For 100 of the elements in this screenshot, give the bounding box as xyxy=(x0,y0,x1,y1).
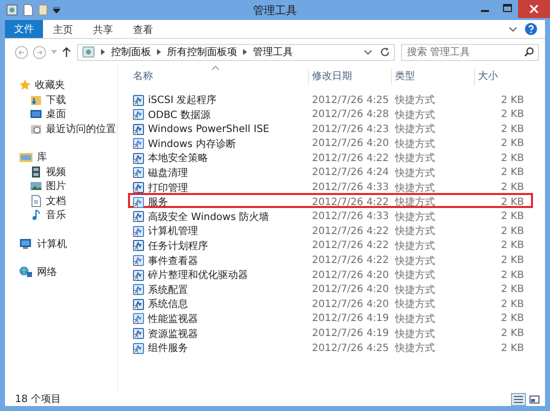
nav-item[interactable]: 图片 xyxy=(5,179,117,194)
size-cell-text: 2 KB xyxy=(500,342,525,354)
file-name: 磁盘清理 xyxy=(148,166,188,180)
close-button[interactable] xyxy=(518,0,550,18)
size-cell-text: 2 KB xyxy=(500,138,525,150)
breadcrumb-arrow-icon[interactable] xyxy=(101,49,105,55)
nav-item[interactable]: 库 xyxy=(5,150,117,164)
network-icon xyxy=(19,266,33,278)
file-row[interactable]: 高级安全 Windows 防火墙 2012/7/26 4:33 快捷方式 2 KB xyxy=(128,208,533,222)
ribbon-tab[interactable]: 主页 xyxy=(43,20,83,38)
column-header[interactable]: 修改日期 xyxy=(309,69,392,85)
file-name: 本地安全策略 xyxy=(148,152,208,166)
address-bar[interactable]: 控制面板 所有控制面板项 管理工具 xyxy=(77,44,395,60)
nav-item[interactable]: 桌面 xyxy=(5,107,117,122)
file-row[interactable]: 系统信息 2012/7/26 4:20 快捷方式 2 KB xyxy=(128,295,533,310)
date-cell-text: 2012/7/26 4:22 xyxy=(311,255,390,266)
large-icons-view-button[interactable] xyxy=(527,392,542,406)
file-name: 碎片整理和优化驱动器 xyxy=(148,268,248,282)
close-icon xyxy=(530,5,538,13)
file-row[interactable]: Windows 内存诊断 2012/7/26 4:20 快捷方式 2 KB xyxy=(128,134,533,150)
file-name: 系统配置 xyxy=(148,284,188,297)
file-name: 组件服务 xyxy=(148,342,188,356)
file-row[interactable]: 组件服务 2012/7/26 4:25 快捷方式 2 KB xyxy=(128,339,533,354)
type-cell-text: 快捷方式 xyxy=(394,166,436,180)
file-row[interactable]: 任务计划程序 2012/7/26 4:22 快捷方式 2 KB xyxy=(128,236,533,252)
file-row[interactable]: 事件查看器 2012/7/26 4:22 快捷方式 2 KB xyxy=(128,252,533,266)
file-row[interactable]: Windows PowerShell ISE 2012/7/26 4:23 快捷方式 2 KB xyxy=(128,120,533,135)
nav-item[interactable]: 下载 xyxy=(5,92,117,107)
type-cell-text: 快捷方式 xyxy=(394,284,436,297)
file-row[interactable]: 资源监视器 2012/7/26 4:19 快捷方式 2 KB xyxy=(128,324,533,340)
star-icon xyxy=(19,79,31,92)
up-arrow-icon[interactable] xyxy=(62,47,71,57)
clock-folder-icon xyxy=(30,122,42,135)
size-cell-text: 2 KB xyxy=(500,298,525,310)
breadcrumb-arrow-icon[interactable] xyxy=(157,49,161,55)
library-icon xyxy=(19,151,33,164)
folder-icon xyxy=(30,94,42,106)
column-header[interactable]: 大小 xyxy=(475,69,533,85)
nav-item[interactable]: 音乐 xyxy=(5,208,117,222)
size-cell-text: 2 KB xyxy=(500,284,525,296)
date-cell-text: 2012/7/26 4:22 xyxy=(311,240,390,252)
chevron-down-icon[interactable] xyxy=(509,26,517,32)
file-menu-button[interactable]: 文件 xyxy=(5,20,43,38)
size-cell-text: 2 KB xyxy=(500,328,525,339)
file-row[interactable]: 打印管理 2012/7/26 4:33 快捷方式 2 KB xyxy=(128,178,533,194)
details-view-button[interactable] xyxy=(511,392,526,406)
file-row[interactable]: 磁盘清理 2012/7/26 4:24 快捷方式 2 KB xyxy=(128,164,533,179)
file-name: 服务 xyxy=(148,196,168,210)
dropdown-icon[interactable] xyxy=(53,7,60,13)
chevron-down-icon[interactable] xyxy=(364,50,372,54)
date-cell-text: 2012/7/26 4:25 xyxy=(311,94,390,106)
control-panel-icon xyxy=(82,46,95,58)
size-cell-text: 2 KB xyxy=(500,182,525,194)
size-cell-text: 2 KB xyxy=(500,152,525,164)
file-row[interactable]: ODBC 数据源 2012/7/26 4:28 快捷方式 2 KB xyxy=(128,106,533,120)
file-name: Windows 内存诊断 xyxy=(148,138,236,151)
size-cell-text: 2 KB xyxy=(500,196,525,208)
nav-item[interactable]: 文档 xyxy=(5,194,117,208)
date-cell-text: 2012/7/26 4:20 xyxy=(311,270,390,281)
ribbon-tab[interactable]: 查看 xyxy=(123,20,163,38)
refresh-icon[interactable] xyxy=(380,47,390,57)
size-cell-text: 2 KB xyxy=(500,255,525,266)
file-row[interactable]: 系统配置 2012/7/26 4:20 快捷方式 2 KB xyxy=(128,280,533,296)
window-title: 管理工具 xyxy=(253,4,297,17)
size-cell-text: 2 KB xyxy=(500,167,525,178)
date-cell-text: 2012/7/26 4:20 xyxy=(311,298,390,310)
type-cell-text: 快捷方式 xyxy=(394,108,436,122)
program-icon xyxy=(133,167,144,178)
breadcrumb-item[interactable]: 控制面板 xyxy=(111,45,151,59)
file-name: 任务计划程序 xyxy=(148,240,208,253)
search-field[interactable]: 搜索 管理工具 xyxy=(401,44,539,60)
program-icon xyxy=(133,342,144,354)
nav-item[interactable]: 计算机 xyxy=(5,236,117,251)
breadcrumb-item[interactable]: 管理工具 xyxy=(253,45,293,59)
program-icon xyxy=(133,182,144,194)
search-icon[interactable] xyxy=(524,47,534,57)
date-cell-text: 2012/7/26 4:33 xyxy=(311,182,390,194)
ribbon-tab[interactable]: 共享 xyxy=(83,20,123,38)
breadcrumb-arrow-icon[interactable] xyxy=(243,49,247,55)
file-row[interactable]: iSCSI 发起程序 2012/7/26 4:25 快捷方式 2 KB xyxy=(128,91,533,106)
computer-icon xyxy=(19,238,33,250)
breadcrumb-item[interactable]: 所有控制面板项 xyxy=(167,45,237,59)
size-cell-text: 2 KB xyxy=(500,226,525,237)
nav-item[interactable]: 视频 xyxy=(5,164,117,179)
nav-item[interactable]: 网络 xyxy=(5,265,117,280)
file-row[interactable]: 计算机管理 2012/7/26 4:22 快捷方式 2 KB xyxy=(128,222,533,237)
window-icon xyxy=(6,4,18,16)
properties-icon[interactable] xyxy=(23,4,33,16)
file-row[interactable]: 本地安全策略 2012/7/26 4:22 快捷方式 2 KB xyxy=(128,149,533,164)
date-cell-text: 2012/7/26 4:24 xyxy=(311,167,390,178)
nav-item[interactable]: 收藏夹 xyxy=(5,78,117,92)
file-row[interactable]: 碎片整理和优化驱动器 2012/7/26 4:20 快捷方式 2 KB xyxy=(128,266,533,281)
file-row[interactable]: 性能监视器 2012/7/26 4:19 快捷方式 2 KB xyxy=(128,310,533,324)
help-icon[interactable] xyxy=(525,23,537,35)
nav-item[interactable]: 最近访问的位置 xyxy=(5,122,117,136)
file-name: 性能监视器 xyxy=(148,312,198,326)
program-icon xyxy=(133,226,144,237)
column-header[interactable]: 名称 xyxy=(130,69,309,85)
date-cell-text: 2012/7/26 4:22 xyxy=(311,226,390,237)
column-header[interactable]: 类型 xyxy=(392,69,475,85)
